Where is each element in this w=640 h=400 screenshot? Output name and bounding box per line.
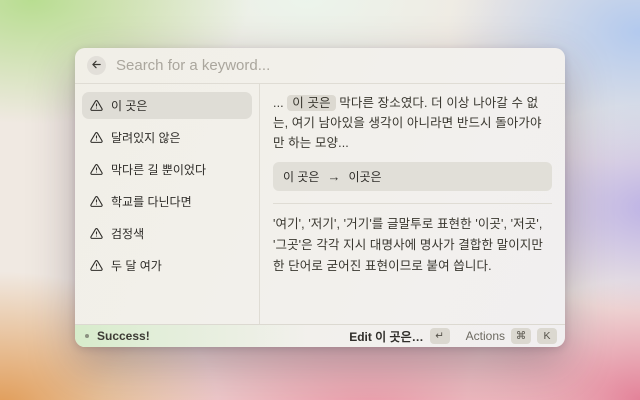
status-text: Success! bbox=[97, 329, 150, 343]
results-sidebar: 이 곳은 달려있지 않은 막다른 길 뿐이었다 bbox=[75, 84, 260, 324]
sidebar-result-item[interactable]: 학교를 다닌다면 bbox=[82, 188, 252, 215]
footer-actions: Edit 이 곳은… ↵ Actions ⌘ K bbox=[349, 328, 557, 345]
warning-triangle-icon bbox=[90, 195, 103, 208]
k-key-icon[interactable]: K bbox=[537, 328, 557, 344]
correction-to: 이곳은 bbox=[348, 168, 381, 185]
sidebar-result-item[interactable]: 달려있지 않은 bbox=[82, 124, 252, 151]
return-key-icon[interactable]: ↵ bbox=[430, 328, 450, 344]
context-preview: ... 이 곳은 막다른 장소였다. 더 이상 나아갈 수 없는, 여기 남아있… bbox=[273, 93, 552, 153]
sidebar-item-label: 달려있지 않은 bbox=[111, 129, 181, 146]
detail-panel: ... 이 곳은 막다른 장소였다. 더 이상 나아갈 수 없는, 여기 남아있… bbox=[260, 84, 565, 324]
warning-triangle-icon bbox=[90, 163, 103, 176]
warning-triangle-icon bbox=[90, 131, 103, 144]
actions-menu-button[interactable]: Actions bbox=[466, 329, 505, 343]
sidebar-result-item[interactable]: 막다른 길 뿐이었다 bbox=[82, 156, 252, 183]
sidebar-item-label: 검정색 bbox=[111, 225, 144, 242]
status-toast: Success! bbox=[75, 329, 150, 343]
warning-triangle-icon bbox=[90, 227, 103, 240]
command-palette-window: 이 곳은 달려있지 않은 막다른 길 뿐이었다 bbox=[75, 48, 565, 347]
palette-body: 이 곳은 달려있지 않은 막다른 길 뿐이었다 bbox=[75, 84, 565, 324]
status-dot-icon bbox=[85, 334, 89, 338]
warning-triangle-icon bbox=[90, 259, 103, 272]
sidebar-result-item[interactable]: 검정색 bbox=[82, 220, 252, 247]
correction-box: 이 곳은 → 이곳은 bbox=[273, 162, 552, 191]
correction-from: 이 곳은 bbox=[283, 168, 319, 185]
sidebar-result-item[interactable]: 두 달 여가 bbox=[82, 252, 252, 279]
sidebar-item-label: 막다른 길 뿐이었다 bbox=[111, 161, 206, 178]
sidebar-item-label: 학교를 다닌다면 bbox=[111, 193, 192, 210]
warning-triangle-icon bbox=[90, 99, 103, 112]
search-bar bbox=[75, 48, 565, 84]
back-arrow-icon bbox=[91, 59, 102, 73]
primary-action-button[interactable]: Edit 이 곳은… bbox=[349, 328, 423, 345]
arrow-right-icon: → bbox=[327, 169, 340, 184]
preview-prefix: ... bbox=[273, 96, 287, 110]
sidebar-result-item[interactable]: 이 곳은 bbox=[82, 92, 252, 119]
command-key-icon[interactable]: ⌘ bbox=[511, 328, 531, 344]
desktop-wallpaper: { "app": { "search": { "placeholder": "S… bbox=[0, 0, 640, 400]
footer-bar: Success! Edit 이 곳은… ↵ Actions ⌘ K bbox=[75, 324, 565, 347]
back-button[interactable] bbox=[87, 56, 106, 75]
search-input[interactable] bbox=[116, 57, 553, 74]
highlighted-phrase: 이 곳은 bbox=[287, 95, 335, 111]
sidebar-item-label: 이 곳은 bbox=[111, 97, 147, 114]
content-divider bbox=[273, 203, 552, 204]
explanation-text: '여기', '저기', '거기'를 글말투로 표현한 '이곳', '저곳', '… bbox=[273, 214, 552, 277]
sidebar-item-label: 두 달 여가 bbox=[111, 257, 162, 274]
